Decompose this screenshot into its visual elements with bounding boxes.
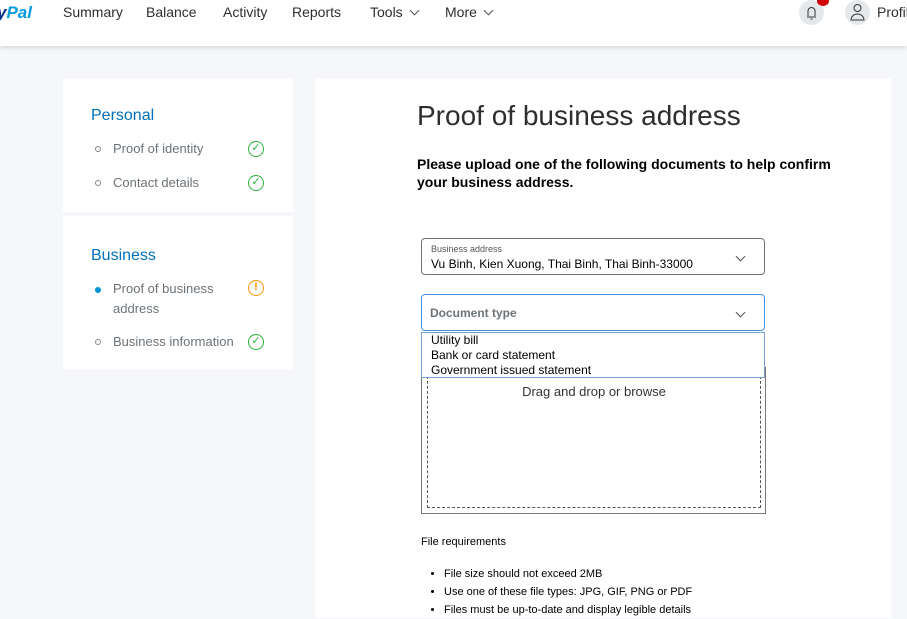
check-icon: ✓	[248, 175, 264, 191]
option-government-statement[interactable]: Government issued statement	[431, 363, 764, 378]
file-requirements-title: File requirements	[421, 536, 506, 548]
top-nav: yPal Summary Balance Activity Reports To…	[0, 0, 907, 46]
field-value: Vu Binh, Kien Xuong, Thai Binh, Thai Bin…	[431, 257, 693, 271]
requirement: Use one of these file types: JPG, GIF, P…	[444, 583, 692, 601]
step-proof-of-business-address[interactable]: Proof of business address	[113, 279, 233, 319]
chevron-down-icon	[483, 5, 494, 16]
nav-profile[interactable]: Profil	[877, 4, 907, 20]
sidebar-personal: Personal Proof of identity ✓ Contact det…	[63, 78, 293, 212]
check-icon: ✓	[248, 334, 264, 350]
option-bank-statement[interactable]: Bank or card statement	[431, 348, 764, 363]
step-dot	[95, 180, 101, 186]
file-requirements-list: File size should not exceed 2MB Use one …	[444, 565, 692, 619]
profile-icon[interactable]	[845, 0, 870, 25]
nav-summary[interactable]: Summary	[63, 4, 123, 20]
section-title: Personal	[91, 107, 155, 124]
step-dot	[95, 339, 101, 345]
chevron-down-icon	[735, 307, 746, 318]
nav-reports[interactable]: Reports	[292, 4, 341, 20]
nav-balance[interactable]: Balance	[146, 4, 197, 20]
document-type-options: Utility bill Bank or card statement Gove…	[421, 332, 765, 378]
requirement: Files must be up-to-date and display leg…	[444, 601, 692, 619]
step-dot	[95, 146, 101, 152]
drop-text[interactable]: Drag and drop or browse	[428, 384, 760, 399]
page-title: Proof of business address	[417, 100, 741, 131]
chevron-down-icon	[735, 251, 746, 262]
step-contact-details[interactable]: Contact details	[113, 173, 199, 193]
file-drop-zone[interactable]: Drag and drop or browse	[421, 367, 766, 514]
business-address-select[interactable]: Business address Vu Binh, Kien Xuong, Th…	[421, 238, 765, 275]
section-title: Business	[91, 247, 156, 264]
chevron-down-icon	[409, 5, 420, 16]
intro-text: Please upload one of the following docum…	[417, 156, 831, 190]
nav-tools[interactable]: Tools	[370, 4, 420, 20]
nav-activity[interactable]: Activity	[223, 4, 267, 20]
step-business-information[interactable]: Business information	[113, 332, 234, 352]
check-icon: ✓	[248, 141, 264, 157]
paypal-logo[interactable]: yPal	[0, 3, 32, 23]
placeholder: Document type	[430, 306, 517, 320]
nav-more[interactable]: More	[445, 4, 494, 20]
step-dot-active	[95, 287, 101, 293]
requirement: File size should not exceed 2MB	[444, 565, 692, 583]
notification-badge	[817, 0, 829, 6]
document-type-select[interactable]: Document type	[421, 294, 765, 331]
option-utility-bill[interactable]: Utility bill	[431, 333, 764, 348]
step-proof-of-identity[interactable]: Proof of identity	[113, 139, 203, 159]
sidebar-business: Business Proof of business address ! Bus…	[63, 216, 293, 370]
field-label: Business address	[431, 244, 503, 254]
warning-icon: !	[248, 280, 264, 296]
